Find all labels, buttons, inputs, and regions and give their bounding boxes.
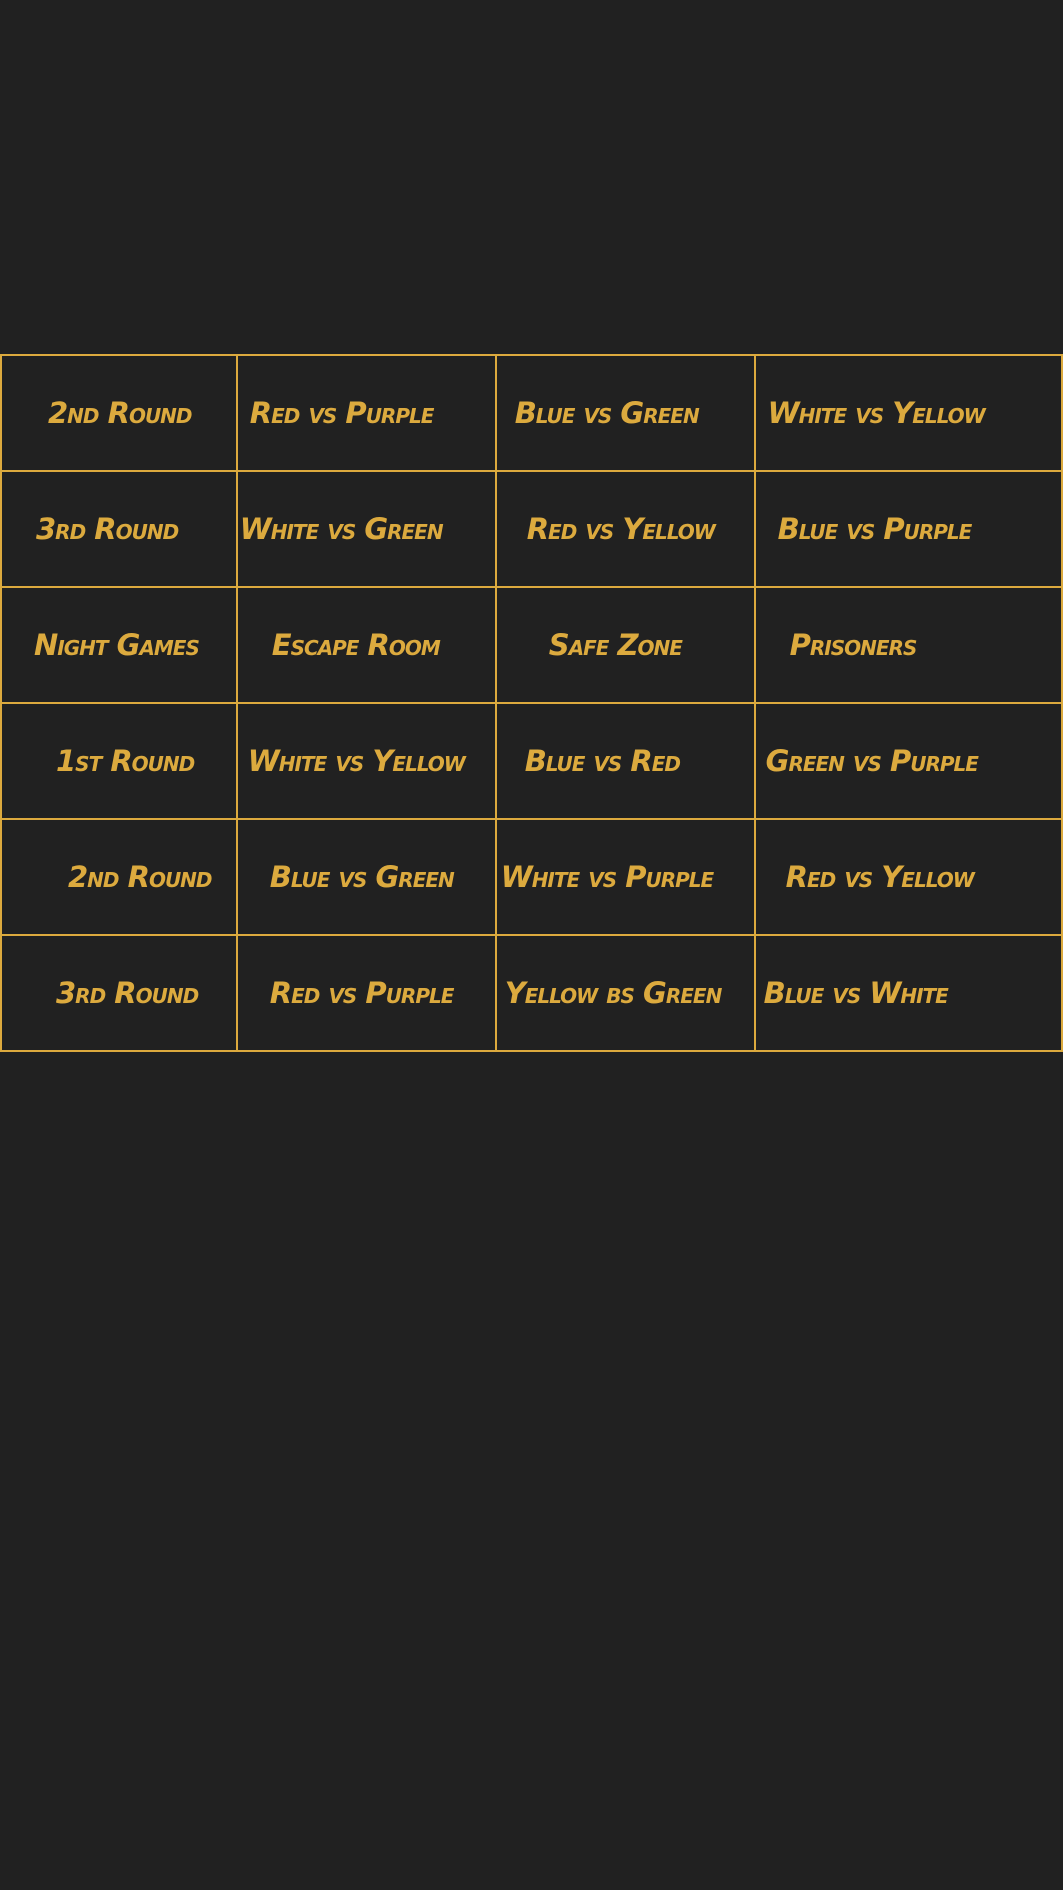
matchup-cell: White vs Green	[235, 470, 497, 588]
round-label-cell: 3rd Round	[0, 470, 238, 588]
round-label-cell: 3rd Round	[0, 934, 238, 1052]
table-row: 3rd Round White vs Green Red vs Yellow B…	[0, 470, 1063, 588]
matchup-label: Red vs Purple	[249, 396, 435, 430]
round-label-cell: 1st Round	[0, 702, 238, 820]
matchup-cell: Prisoners	[753, 586, 1063, 704]
game-label: Prisoners	[789, 628, 918, 662]
matchup-label: Yellow bs Green	[504, 976, 723, 1010]
round-label-cell: 2nd Round	[0, 818, 238, 936]
round-label: 3rd Round	[56, 976, 199, 1010]
matchup-cell: Blue vs White	[753, 934, 1063, 1052]
table-row: 1st Round White vs Yellow Blue vs Red Gr…	[0, 702, 1063, 820]
round-label-cell: Night Games	[0, 586, 238, 704]
matchup-label: Red vs Yellow	[526, 512, 716, 546]
matchup-cell: Blue vs Red	[494, 702, 756, 820]
round-label: 2nd Round	[68, 860, 213, 894]
matchup-cell: Safe Zone	[494, 586, 756, 704]
matchup-label: Red vs Purple	[269, 976, 455, 1010]
table-row: 2nd Round Blue vs Green White vs Purple …	[0, 818, 1063, 936]
matchup-cell: Blue vs Purple	[753, 470, 1063, 588]
matchup-cell: Red vs Yellow	[494, 470, 756, 588]
round-label-cell: 2nd Round	[0, 354, 238, 472]
matchup-cell: White vs Yellow	[753, 354, 1063, 472]
matchup-cell: Escape Room	[235, 586, 497, 704]
matchup-cell: Yellow bs Green	[494, 934, 756, 1052]
round-label: Night Games	[34, 628, 200, 662]
matchup-label: Green vs Purple	[765, 744, 979, 778]
table-row: 2nd Round Red vs Purple Blue vs Green Wh…	[0, 354, 1063, 472]
matchup-label: White vs Green	[239, 512, 444, 546]
matchup-cell: Green vs Purple	[753, 702, 1063, 820]
matchup-cell: Red vs Purple	[235, 354, 497, 472]
matchup-label: White vs Purple	[500, 860, 715, 894]
game-label: Escape Room	[271, 628, 441, 662]
round-label: 1st Round	[56, 744, 195, 778]
matchup-label: Blue vs Green	[269, 860, 455, 894]
round-label: 2nd Round	[48, 396, 193, 430]
table-row: Night Games Escape Room Safe Zone Prison…	[0, 586, 1063, 704]
schedule-table: 2nd Round Red vs Purple Blue vs Green Wh…	[0, 354, 1063, 1052]
matchup-cell: Red vs Purple	[235, 934, 497, 1052]
matchup-cell: Blue vs Green	[494, 354, 756, 472]
matchup-cell: White vs Purple	[494, 818, 756, 936]
matchup-label: White vs Yellow	[767, 396, 986, 430]
matchup-cell: White vs Yellow	[235, 702, 497, 820]
matchup-label: White vs Yellow	[247, 744, 466, 778]
matchup-cell: Red vs Yellow	[753, 818, 1063, 936]
game-label: Safe Zone	[548, 628, 683, 662]
matchup-cell: Blue vs Green	[235, 818, 497, 936]
matchup-label: Blue vs Purple	[777, 512, 973, 546]
round-label: 3rd Round	[36, 512, 179, 546]
matchup-label: Blue vs Green	[514, 396, 700, 430]
matchup-label: Red vs Yellow	[785, 860, 975, 894]
table-row: 3rd Round Red vs Purple Yellow bs Green …	[0, 934, 1063, 1052]
matchup-label: Blue vs White	[763, 976, 949, 1010]
matchup-label: Blue vs Red	[524, 744, 681, 778]
